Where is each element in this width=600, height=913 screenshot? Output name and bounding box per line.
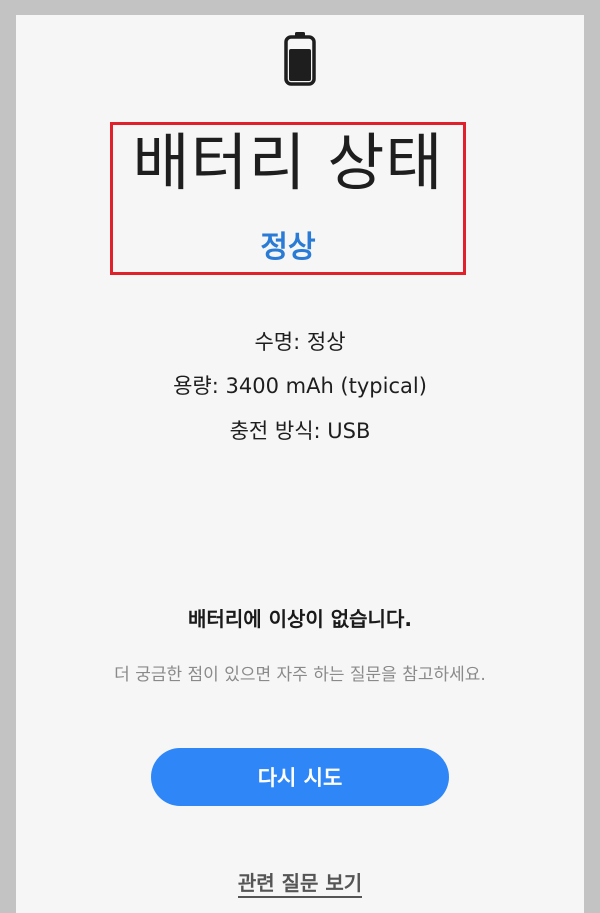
- retry-button[interactable]: 다시 시도: [151, 748, 449, 806]
- charging-method-info: 충전 방식: USB: [229, 419, 371, 443]
- related-faq-link[interactable]: 관련 질문 보기: [237, 871, 363, 898]
- result-message: 배터리에 이상이 없습니다.: [188, 607, 412, 631]
- battery-icon: [284, 32, 316, 86]
- faq-hint-text: 더 궁금한 점이 있으면 자주 하는 질문을 참고하세요.: [114, 665, 486, 685]
- capacity-info: 용량: 3400 mAh (typical): [173, 374, 427, 398]
- related-faq-link-container: 관련 질문 보기: [0, 866, 600, 900]
- highlight-box: [110, 122, 466, 275]
- lifespan-info: 수명: 정상: [254, 330, 346, 354]
